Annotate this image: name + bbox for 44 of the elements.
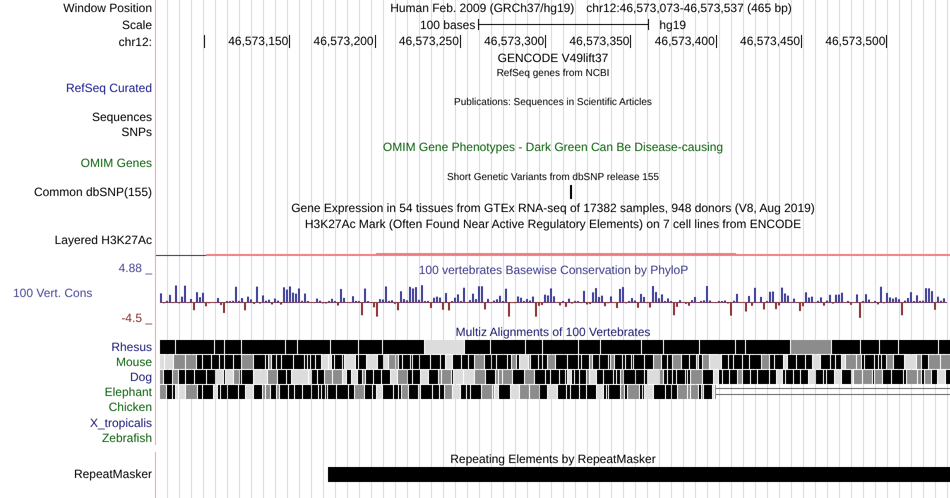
species-label[interactable]: Dog [130, 370, 152, 384]
track-label[interactable]: Sequences [92, 110, 152, 124]
axis-min-label: -4.5 _ [120, 311, 152, 325]
species-label[interactable]: Elephant [104, 385, 152, 400]
track-title: Short Genetic Variants from dbSNP release 155 [447, 172, 659, 182]
species-label[interactable]: Zebrafish [102, 430, 152, 445]
track-title: GENCODE V49lift37 [498, 51, 608, 65]
species-label[interactable]: Chicken [108, 400, 152, 414]
track-label: Scale [122, 18, 152, 32]
track-title: Publications: Sequences in Scientific Articles [454, 96, 652, 108]
ruler-tick: 46,573,400 [631, 35, 717, 48]
track-label[interactable]: OMIM Genes [80, 156, 152, 170]
scale-text: 100 bases [420, 18, 476, 32]
track-title: 100 vertebrates Basewise Conservation by PhyloP [418, 263, 690, 277]
assembly-label: hg19 [659, 18, 686, 32]
track-title: Repeating Elements by RepeatMasker [450, 452, 656, 466]
track-label[interactable]: RefSeq Curated [66, 80, 152, 94]
track-label: Window Position [63, 1, 152, 15]
assembly-title: Human Feb. 2009 (GRCh37/hg19) [390, 1, 574, 15]
ruler-tick: 46,573,200 [290, 35, 376, 48]
chromosome-label: chr12: [118, 34, 152, 48]
snp-mark [570, 185, 572, 199]
track-title: RefSeq genes from NCBI [496, 68, 610, 78]
species-label[interactable]: X_tropicalis [90, 416, 152, 430]
species-label[interactable]: Mouse [116, 354, 152, 369]
track-label[interactable]: RepeatMasker [74, 467, 152, 482]
ruler-tick: 46,573,250 [376, 35, 461, 48]
track-title: OMIM Gene Phenotypes - Dark Green Can Be Disease-causing [382, 140, 724, 154]
ruler-tick: 46,573,300 [460, 35, 546, 48]
ruler-tick: 46,573,450 [716, 35, 802, 48]
ruler-tick [204, 35, 205, 48]
track-title: Gene Expression in 54 tissues from GTEx RNA-seq of 17382 samples, 948 donors (V8, Aug 2019) [291, 201, 815, 215]
track-label[interactable]: 100 Vert. Cons [0, 286, 152, 300]
track-label[interactable]: Layered H3K27Ac [54, 232, 152, 246]
species-label[interactable]: Rhesus [111, 340, 152, 354]
track-title: H3K27Ac Mark (Often Found Near Active Regulatory Elements) on 7 cell lines from ENCODE [304, 217, 802, 231]
ruler-tick: 46,573,350 [546, 35, 632, 48]
position-text: chr12:46,573,073-46,573,537 (465 bp) [586, 1, 792, 15]
axis-max-label: 4.88 _ [118, 261, 152, 275]
ruler-tick: 46,573,500 [802, 35, 888, 48]
ruler-tick: 46,573,150 [205, 35, 290, 48]
track-label[interactable]: SNPs [121, 124, 152, 138]
track-title: Multiz Alignments of 100 Vertebrates [456, 325, 650, 339]
track-label[interactable]: Common dbSNP(155) [34, 185, 152, 199]
